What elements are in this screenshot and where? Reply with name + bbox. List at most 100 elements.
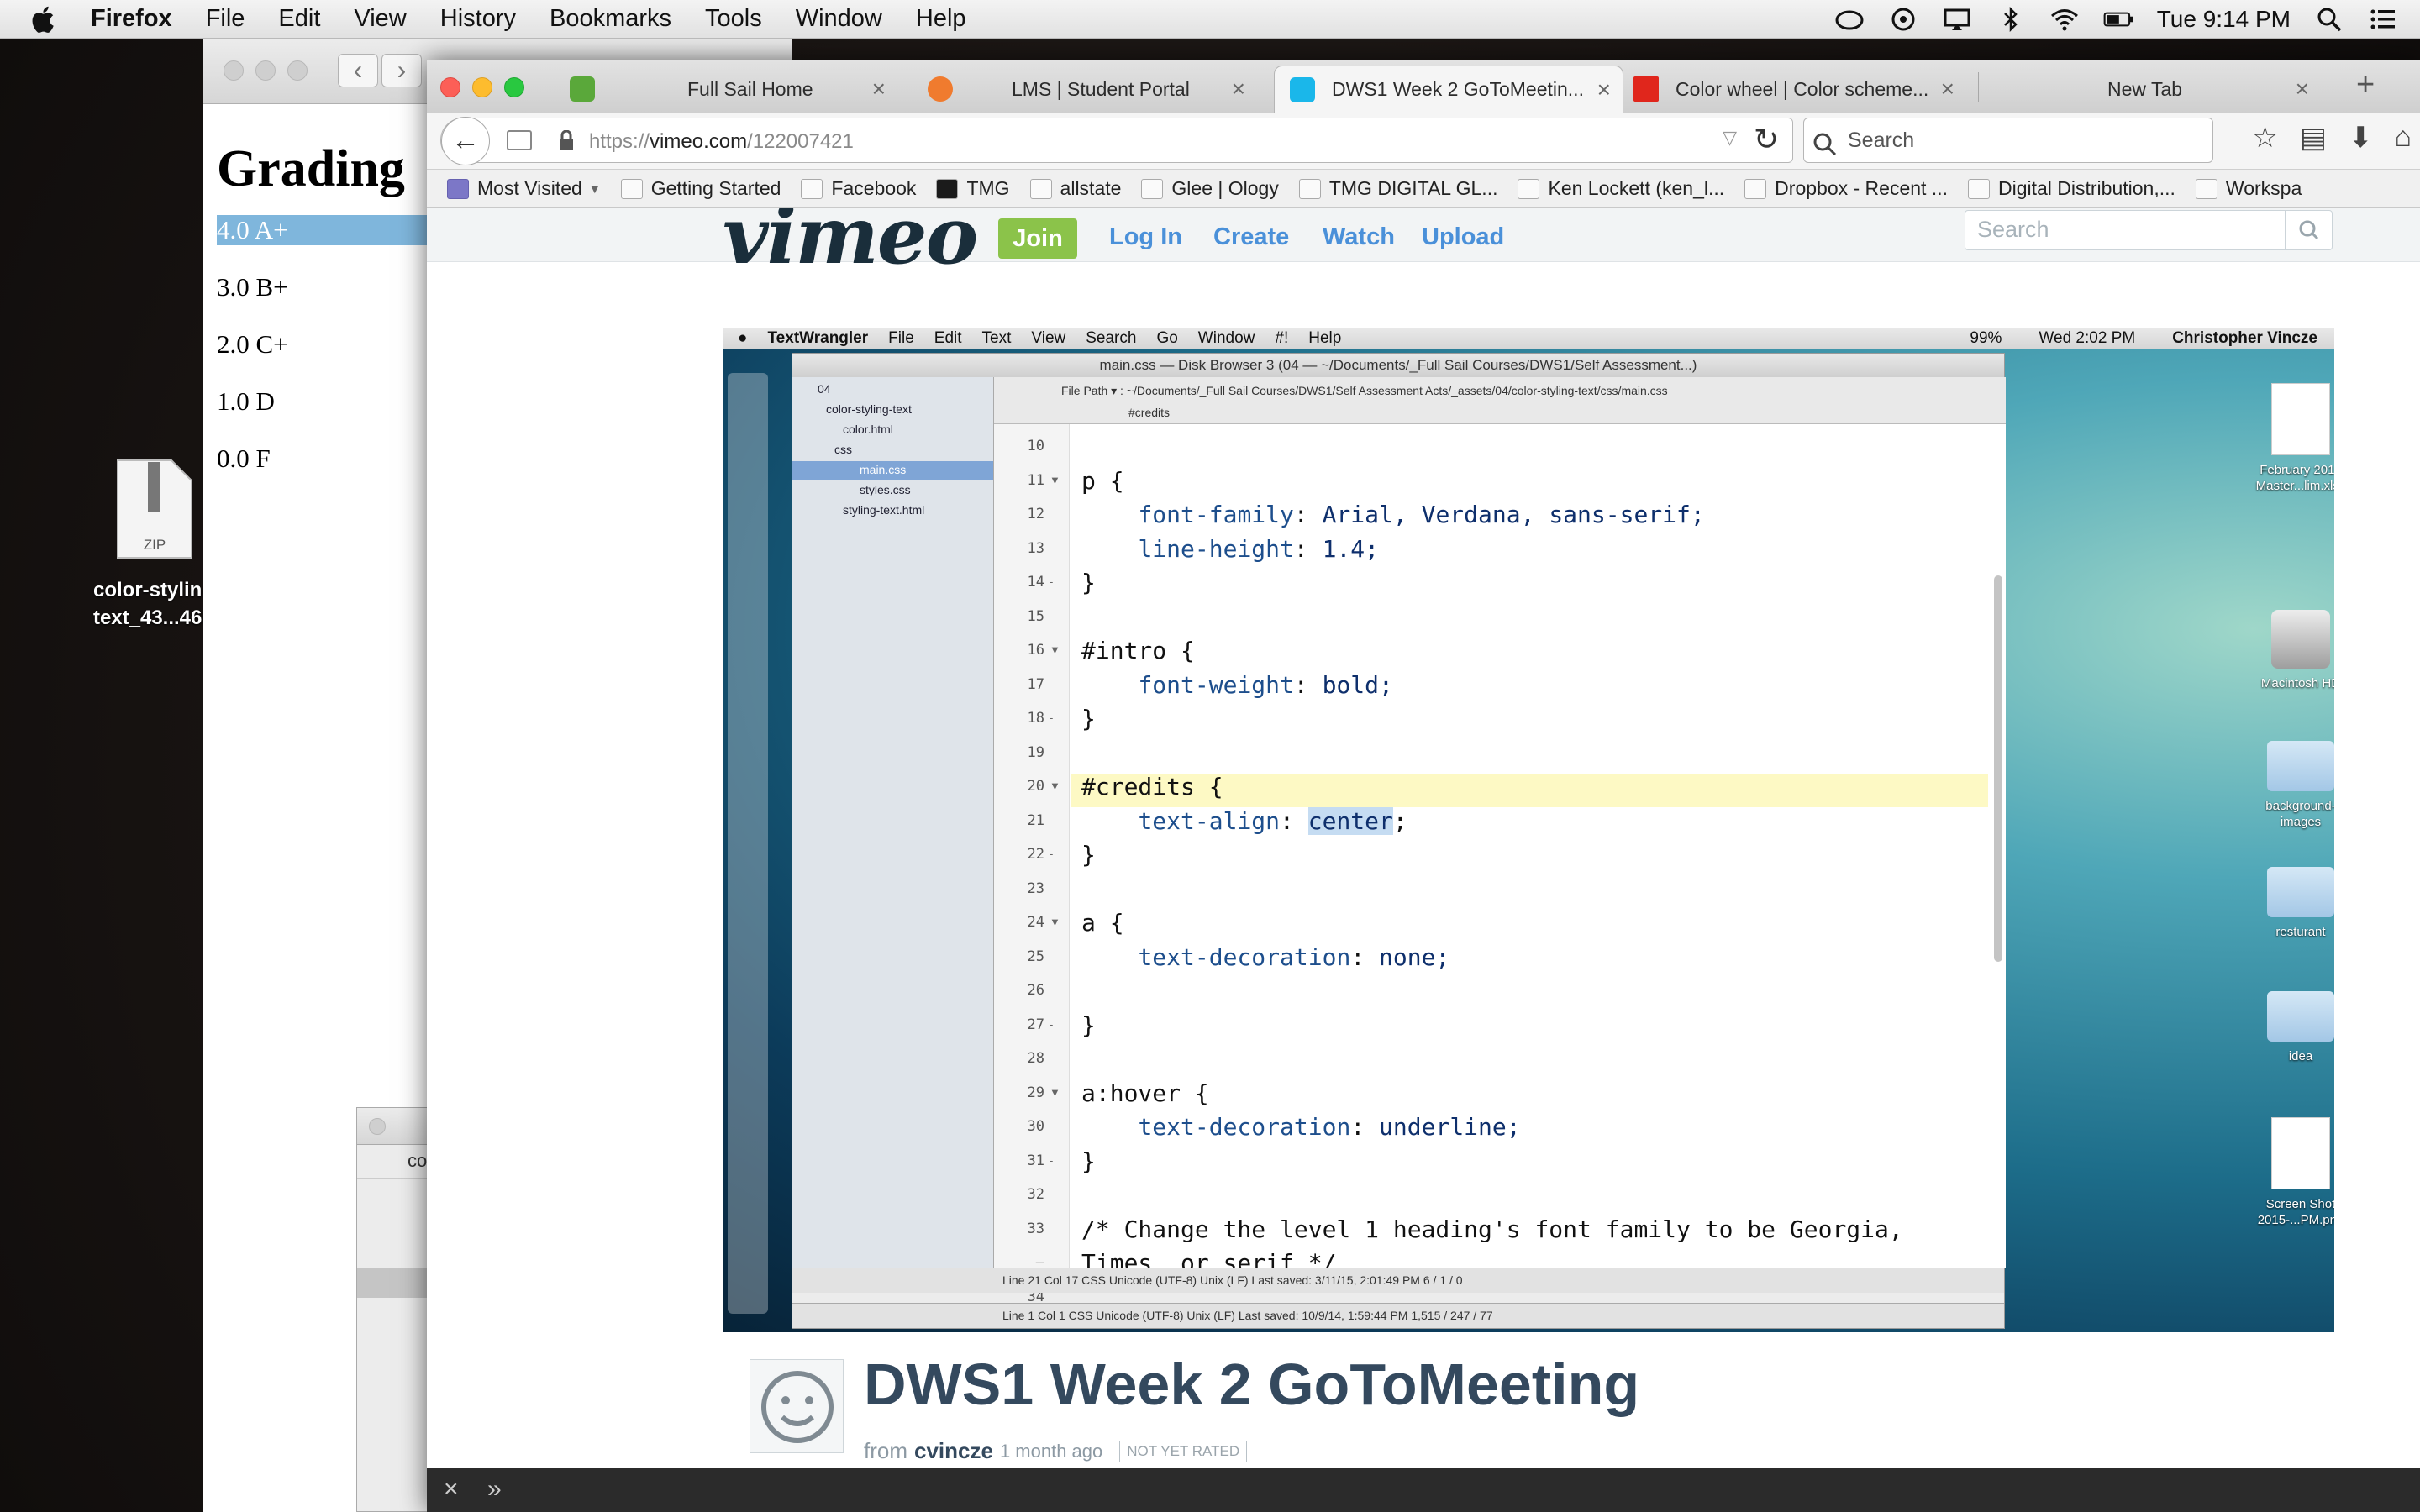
close-icon[interactable]: × xyxy=(2296,76,2309,102)
menu-help[interactable]: Help xyxy=(916,5,966,33)
vimeo-search-input[interactable]: Search xyxy=(1965,210,2333,250)
close-icon[interactable]: × xyxy=(444,1475,459,1504)
tw-title: main.css — Disk Browser 3 (04 — ~/Docume… xyxy=(792,354,2004,377)
line-number: 15 xyxy=(1027,607,1044,625)
tab-dws1-week2[interactable]: DWS1 Week 2 GoToMeetin... × xyxy=(1274,66,1623,113)
close-button[interactable] xyxy=(369,1118,386,1135)
minimize-button[interactable] xyxy=(255,60,276,81)
zoom-button[interactable] xyxy=(504,77,524,97)
bookmark-glee-ology[interactable]: Glee | Ology xyxy=(1141,177,1279,200)
tab-new-tab[interactable]: New Tab × xyxy=(1988,66,2321,113)
menu-view[interactable]: View xyxy=(354,5,406,33)
battery-icon[interactable] xyxy=(2103,7,2133,32)
close-icon[interactable]: × xyxy=(872,76,886,102)
bookmark-digital-distribution[interactable]: Digital Distribution,... xyxy=(1967,177,2175,200)
url-text[interactable]: https://vimeo.com/122007421 xyxy=(589,130,854,154)
search-icon[interactable] xyxy=(2285,211,2332,249)
menu-bookmarks[interactable]: Bookmarks xyxy=(550,5,671,33)
grade-item[interactable]: 0.0 F xyxy=(217,444,271,474)
close-icon[interactable]: × xyxy=(1232,76,1245,102)
video-desktop-icon: Screen Shot2015-...PM.png xyxy=(2250,1117,2334,1228)
bookmark-workspace[interactable]: Workspa xyxy=(2195,177,2302,200)
menu-tools[interactable]: Tools xyxy=(705,5,762,33)
vimeo-logo[interactable]: vimeo xyxy=(723,208,978,282)
user-avatar[interactable] xyxy=(750,1359,844,1453)
bookmark-ken-lockett[interactable]: Ken Lockett (ken_l... xyxy=(1518,177,1724,200)
grade-item[interactable]: 3.0 B+ xyxy=(217,272,288,302)
bookmark-most-visited[interactable]: Most Visited ▼ xyxy=(447,177,601,200)
nav-watch[interactable]: Watch xyxy=(1323,223,1395,251)
zoom-button[interactable] xyxy=(287,60,308,81)
tw-path-bar: File Path ▾ : ~/Documents/_Full Sail Cou… xyxy=(994,377,2006,424)
menu-file[interactable]: File xyxy=(206,5,245,33)
grade-item[interactable]: 4.0 A+ xyxy=(217,215,452,245)
bookmark-tmg-digital[interactable]: TMG DIGITAL GL... xyxy=(1298,177,1497,200)
sync-icon[interactable] xyxy=(1888,7,1918,32)
menu-window[interactable]: Window xyxy=(796,5,882,33)
creative-cloud-icon[interactable] xyxy=(1834,7,1865,32)
page-content: vimeo Join Log In Create Watch Upload Se… xyxy=(427,208,2420,1512)
close-icon[interactable]: × xyxy=(1941,76,1954,102)
search-field[interactable]: Search xyxy=(1803,118,2213,163)
spotlight-icon[interactable] xyxy=(2314,7,2344,32)
mac-menu-bar: Firefox File Edit View History Bookmarks… xyxy=(0,0,2420,39)
identity-icon[interactable] xyxy=(507,130,532,150)
full-sail-favicon xyxy=(570,76,595,102)
grade-item[interactable]: 1.0 D xyxy=(217,386,275,417)
nav-log-in[interactable]: Log In xyxy=(1109,223,1182,251)
fold-marker-icon: ▼ xyxy=(1050,1085,1060,1099)
tw-status-bottom: Line 1 Col 1 CSS Unicode (UTF-8) Unix (L… xyxy=(792,1303,2004,1328)
tab-color-wheel[interactable]: Color wheel | Color scheme... × xyxy=(1634,66,1966,113)
code-line: } xyxy=(1081,841,1096,869)
bookmark-tmg[interactable]: TMG xyxy=(936,177,1010,200)
bookmark-star-icon[interactable]: ☆ xyxy=(2252,121,2277,155)
close-icon[interactable]: × xyxy=(1597,76,1611,103)
video-desktop-icon: resturant xyxy=(2250,867,2334,940)
expand-chevron-icon[interactable]: » xyxy=(487,1475,502,1504)
airplay-icon[interactable] xyxy=(1942,7,1972,32)
bookmark-page-icon xyxy=(620,178,643,199)
url-path: /122007421 xyxy=(747,130,854,153)
video-menu-item: Edit xyxy=(934,329,962,347)
nav-create[interactable]: Create xyxy=(1213,223,1289,251)
close-button[interactable] xyxy=(440,77,460,97)
video-author-link[interactable]: cvincze xyxy=(914,1438,993,1464)
bookmark-facebook[interactable]: Facebook xyxy=(801,177,916,200)
bookmarks-toolbar: Most Visited ▼ Getting Started Facebook T… xyxy=(427,170,2420,208)
downloads-icon[interactable]: ⬇ xyxy=(2349,121,2373,155)
close-button[interactable] xyxy=(224,60,244,81)
menu-history[interactable]: History xyxy=(440,5,516,33)
bookmark-dropbox[interactable]: Dropbox - Recent ... xyxy=(1744,177,1948,200)
back-icon[interactable]: ← xyxy=(441,117,490,165)
back-arrow-icon[interactable]: ‹ xyxy=(338,54,378,87)
zip-file-icon[interactable]: ZIP xyxy=(116,459,193,559)
grade-item[interactable]: 2.0 C+ xyxy=(217,329,288,360)
url-scheme: https:// xyxy=(589,130,650,153)
tab-full-sail-home[interactable]: Full Sail Home × xyxy=(570,66,897,113)
join-button[interactable]: Join xyxy=(998,218,1077,259)
bookmark-getting-started[interactable]: Getting Started xyxy=(620,177,781,200)
apple-menu-icon[interactable] xyxy=(30,3,59,35)
app-menu[interactable]: Firefox xyxy=(91,5,172,33)
code-line: text-decoration: underline; xyxy=(1138,1113,1521,1141)
bluetooth-icon[interactable] xyxy=(1996,7,2026,32)
home-icon[interactable]: ⌂ xyxy=(2394,121,2412,155)
wifi-icon[interactable] xyxy=(2049,7,2080,32)
reload-icon[interactable]: ↻ xyxy=(1754,122,1779,157)
bookmark-allstate[interactable]: allstate xyxy=(1029,177,1121,200)
minimize-button[interactable] xyxy=(472,77,492,97)
notification-center-icon[interactable] xyxy=(2368,7,2398,32)
menubar-clock[interactable]: Tue 9:14 PM xyxy=(2157,6,2291,33)
new-tab-plus-icon[interactable]: + xyxy=(2356,67,2375,103)
bookmarks-menu-icon[interactable]: ▤ xyxy=(2300,121,2327,155)
menu-edit[interactable]: Edit xyxy=(278,5,320,33)
tw-file: styling-text.html xyxy=(843,503,925,517)
code-line: } xyxy=(1081,1147,1096,1175)
nav-upload[interactable]: Upload xyxy=(1422,223,1504,251)
line-number: 23 xyxy=(1027,879,1044,897)
tab-lms-student-portal[interactable]: LMS | Student Portal × xyxy=(928,66,1257,113)
forward-arrow-icon[interactable]: › xyxy=(381,54,422,87)
dropdown-arrow-icon[interactable]: ▽ xyxy=(1723,127,1737,149)
video-player[interactable]: ● TextWrangler File Edit Text View Searc… xyxy=(723,328,2334,1332)
url-bar[interactable]: ← https://vimeo.com/122007421 ▽ ↻ xyxy=(440,117,1793,165)
